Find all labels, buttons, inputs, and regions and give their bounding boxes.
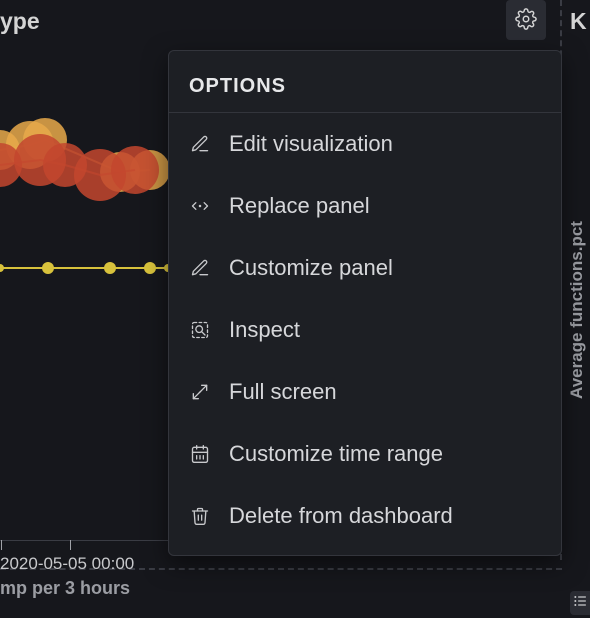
x-axis-tick [70,540,71,550]
menu-item-customize-time-range[interactable]: Customize time range [169,423,561,485]
replace-icon [189,195,211,217]
calendar-icon [189,443,211,465]
x-axis-tick-label: 2020-05-05 00:00 [0,554,134,574]
legend-toggle-button[interactable] [570,591,590,615]
inspect-icon [189,319,211,341]
menu-item-inspect[interactable]: Inspect [169,299,561,361]
menu-item-delete-from-dashboard[interactable]: Delete from dashboard [169,485,561,547]
menu-item-full-screen[interactable]: Full screen [169,361,561,423]
menu-item-label: Inspect [229,317,300,343]
neighbor-panel-title: K [570,8,590,35]
menu-item-label: Customize panel [229,255,393,281]
panel-options-menu: OPTIONS Edit visualization Replace panel… [168,50,562,556]
x-axis-line [0,540,170,541]
menu-item-label: Edit visualization [229,131,393,157]
gear-icon [515,8,537,33]
pencil-icon [189,133,211,155]
x-axis-tick [1,540,2,550]
panel-title: ype [0,8,40,35]
list-icon [572,593,588,614]
panel-options-button[interactable] [506,0,546,40]
x-axis-title: mp per 3 hours [0,578,130,599]
y-axis-label: Average functions.pct [567,221,587,399]
trash-icon [189,505,211,527]
menu-item-label: Delete from dashboard [229,503,453,529]
menu-item-label: Full screen [229,379,337,405]
menu-item-customize-panel[interactable]: Customize panel [169,237,561,299]
menu-item-edit-visualization[interactable]: Edit visualization [169,113,561,175]
pencil-icon [189,257,211,279]
menu-item-label: Replace panel [229,193,370,219]
menu-item-label: Customize time range [229,441,443,467]
menu-header: OPTIONS [169,59,561,113]
menu-item-replace-panel[interactable]: Replace panel [169,175,561,237]
fullscreen-icon [189,381,211,403]
